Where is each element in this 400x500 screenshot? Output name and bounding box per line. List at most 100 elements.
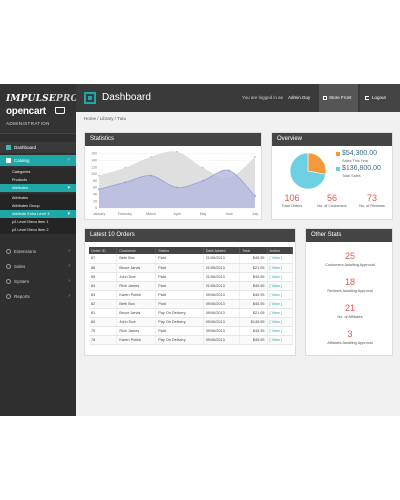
y-tick-label: 160 — [91, 152, 97, 156]
data-point[interactable] — [150, 174, 152, 177]
y-tick-label: 0 — [95, 206, 97, 210]
data-point[interactable] — [228, 177, 230, 179]
data-point[interactable] — [228, 169, 230, 172]
logout-icon — [365, 96, 369, 100]
sidebar-item-dashboard[interactable]: Dashboard — [0, 142, 76, 153]
table-row: 79 Rich James Paid 09/06/2013 $45.95[ View ] — [89, 326, 293, 336]
overview-pie-chart — [289, 152, 327, 190]
data-point[interactable] — [202, 166, 204, 169]
data-point[interactable] — [176, 150, 178, 153]
latest-orders-panel: Latest 10 Orders Order ID Customer Statu… — [84, 228, 296, 356]
view-order-link[interactable]: [ View ] — [267, 254, 293, 264]
stat-label: Reviews Awaiting Approval — [327, 289, 373, 293]
table-header-row: Order ID Customer Status Date Added Tota… — [89, 247, 293, 254]
table-cell: 09/06/2013 — [203, 317, 241, 327]
view-order-link[interactable]: [ View ] — [267, 308, 293, 318]
data-point[interactable] — [150, 156, 152, 158]
sidebar-item-label: Extensions — [14, 249, 37, 254]
logged-in-text: You are logged in as — [242, 95, 283, 100]
stat-reviews-awaiting: 18 Reviews Awaiting Approval — [306, 277, 394, 293]
sidebar-subitem-products[interactable]: Products — [0, 176, 76, 184]
sidebar-subitem-level3[interactable]: Attribute Extra Level 3 ▾ — [0, 210, 76, 218]
table-cell: 21/06/2013 — [203, 272, 241, 282]
overview-value: $54,300.00 — [342, 150, 378, 157]
sidebar-item-extensions[interactable]: Extensions › — [0, 246, 76, 257]
table-row: 83 Karen Polish Paid 09/06/2013 $45.95[ View… — [89, 290, 293, 300]
table-row: 87 Beth Bov Paid 21/06/2013 $45.95[ View ] — [89, 254, 293, 264]
data-point[interactable] — [124, 166, 126, 169]
data-point[interactable] — [254, 156, 256, 158]
sidebar-item-reports[interactable]: Reports › — [0, 291, 76, 302]
table-cell: Beth Bov — [116, 254, 157, 264]
kpi-customers: 56 No. of Customers — [314, 193, 350, 208]
table-cell: Paid — [155, 290, 204, 300]
table-cell: Bruce Jarvis — [116, 263, 157, 273]
brand-subtitle: Administration — [6, 121, 50, 126]
table-cell: Rich James — [116, 281, 157, 291]
table-cell: John Doe — [116, 272, 157, 282]
sidebar-subitem-menu-item-2[interactable]: p3 Level Menu Item 2 — [0, 226, 76, 234]
brand-impulse: IMPULSEPRO — [6, 94, 79, 104]
sidebar-subitem-categories[interactable]: Categories — [0, 168, 76, 176]
column-header[interactable]: Date Added — [203, 247, 241, 254]
pie-slice[interactable] — [307, 152, 327, 175]
view-order-link[interactable]: [ View ] — [267, 299, 293, 309]
view-order-link[interactable]: [ View ] — [267, 263, 293, 273]
kpi-value: 56 — [326, 193, 337, 203]
logout-button[interactable]: Logout — [360, 84, 400, 112]
table-cell: Pay On Delivery — [155, 335, 204, 345]
sidebar-subitem-attribute-group[interactable]: Attributes Group — [0, 202, 76, 210]
sidebar-subitem-attributes-list[interactable]: Attributes — [0, 194, 76, 202]
orders-table: Order ID Customer Status Date Added Tota… — [89, 247, 293, 345]
data-point[interactable] — [124, 181, 126, 184]
table-cell: $145.95 — [239, 317, 268, 327]
brand-logo[interactable]: IMPULSEPRO opencart Administration — [0, 84, 79, 134]
x-tick-label: April — [173, 212, 180, 216]
y-tick-label: 20 — [93, 199, 97, 203]
view-order-link[interactable]: [ View ] — [267, 272, 293, 282]
store-front-button[interactable]: Store Front — [319, 84, 358, 112]
sidebar-subitem-attributes[interactable]: Attributes ▾ — [0, 184, 76, 192]
view-order-link[interactable]: [ View ] — [267, 326, 293, 336]
table-cell: $45.95 — [239, 290, 268, 300]
table-cell: Pay On Delivery — [155, 308, 204, 318]
data-point[interactable] — [98, 174, 100, 177]
column-header[interactable]: Customer — [116, 247, 157, 254]
sidebar-subitem-menu-item-1[interactable]: p3 Level Menu Item 1 — [0, 218, 76, 226]
column-header[interactable]: Total — [239, 247, 268, 254]
username-link[interactable]: Admin.Guy — [288, 95, 310, 100]
column-header[interactable]: Status — [155, 247, 204, 254]
table-row: 85 John Doe Paid 21/06/2013 $45.95[ View ] — [89, 272, 293, 282]
stat-value: 18 — [344, 277, 355, 287]
breadcrumb[interactable]: Home / Library / Tutu — [84, 116, 126, 121]
kpi-value: 106 — [284, 193, 300, 203]
view-order-link[interactable]: [ View ] — [267, 317, 293, 327]
store-icon — [323, 96, 327, 100]
table-cell: 81 — [89, 308, 118, 318]
table-cell: Paid — [155, 326, 204, 336]
data-point[interactable] — [254, 195, 256, 198]
view-order-link[interactable]: [ View ] — [267, 290, 293, 300]
store-front-label: Store Front — [329, 95, 352, 100]
stat-affiliates-awaiting: 3 Affiliates Awaiting Approval — [306, 329, 394, 345]
data-point[interactable] — [98, 188, 100, 191]
system-icon — [6, 279, 11, 284]
table-row: 81 Bruce Jarvis Pay On Delivery 09/06/2013 $… — [89, 308, 293, 318]
y-tick-label: 80 — [93, 179, 97, 183]
table-cell: Karen Polish — [116, 335, 157, 345]
kpi-label: No. of Reviews — [359, 204, 385, 208]
sidebar-item-label: Catalog — [14, 158, 30, 163]
sidebar-item-system[interactable]: System › — [0, 276, 76, 287]
sidebar-item-sales[interactable]: Sales › — [0, 261, 76, 272]
view-order-link[interactable]: [ View ] — [267, 281, 293, 291]
data-point[interactable] — [176, 186, 178, 189]
table-cell: 84 — [89, 281, 118, 291]
kpi-value: 73 — [366, 193, 377, 203]
sidebar-item-label: Sales — [14, 264, 26, 269]
table-cell: $21.05 — [239, 263, 268, 273]
data-point[interactable] — [202, 179, 204, 182]
column-header[interactable]: Order ID — [89, 247, 118, 254]
sidebar-item-catalog[interactable]: Catalog ▾ — [0, 155, 76, 166]
y-tick-label: 140 — [91, 158, 97, 162]
view-order-link[interactable]: [ View ] — [267, 335, 293, 345]
